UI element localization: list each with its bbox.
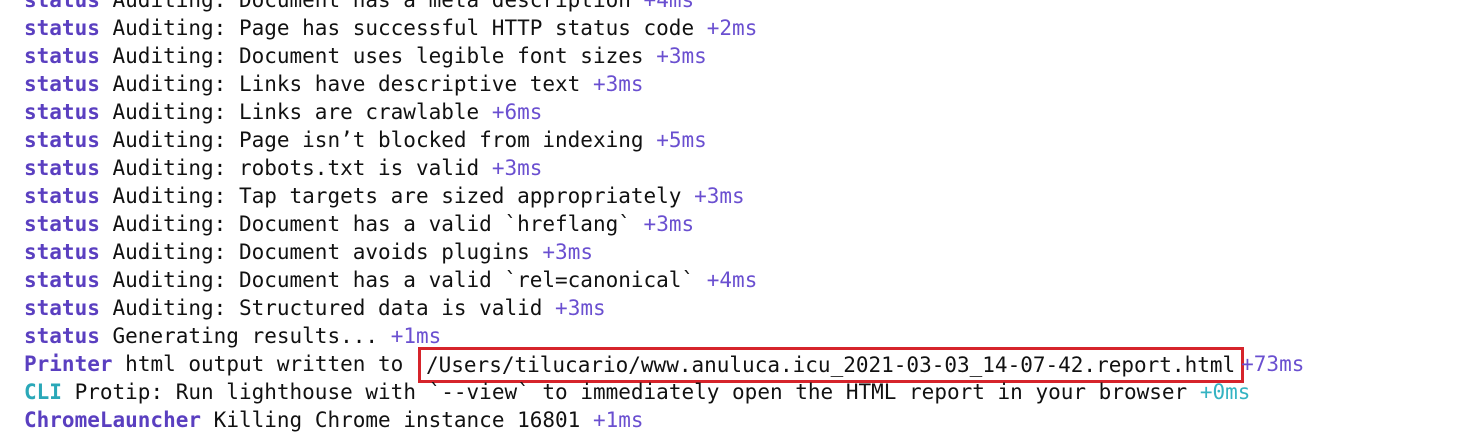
log-message: Auditing: Document has a valid `rel=cano… (112, 268, 695, 292)
log-timing: +5ms (656, 128, 707, 152)
terminal-window[interactable]: status Auditing: Document has a meta des… (0, 0, 1478, 434)
log-line: status Auditing: Links are crawlable +6m… (24, 98, 1304, 126)
log-line: status Generating results... +1ms (24, 322, 1304, 350)
log-line: status Auditing: Page has successful HTT… (24, 14, 1304, 42)
log-tag: status (24, 0, 100, 12)
printer-timing: +73ms (1241, 352, 1305, 376)
log-timing: +3ms (592, 72, 644, 96)
printer-message: html output written to (125, 352, 404, 376)
log-message: Auditing: Structured data is valid (112, 296, 543, 320)
log-timing: +3ms (491, 156, 543, 180)
log-timing: +3ms (643, 212, 695, 236)
chrome-launcher-message: Killing Chrome instance 16801 (213, 408, 581, 432)
log-tag: status (24, 156, 100, 180)
log-timing: +3ms (694, 184, 745, 208)
report-path[interactable]: /Users/tilucario/www.anuluca.icu_2021-03… (426, 353, 1235, 377)
log-line: status Auditing: Structured data is vali… (24, 294, 1304, 322)
log-message: Auditing: Document uses legible font siz… (112, 44, 644, 68)
log-tag: status (24, 268, 100, 292)
log-tag: status (24, 72, 100, 96)
log-message: Auditing: Page isn’t blocked from indexi… (112, 128, 644, 152)
log-message: Auditing: Links are crawlable (112, 100, 480, 124)
log-line: status Auditing: robots.txt is valid +3m… (24, 154, 1304, 182)
log-timing: +1ms (390, 324, 442, 348)
log-timing: +3ms (542, 240, 593, 264)
log-line: status Auditing: Document has a valid `h… (24, 210, 1304, 238)
log-line: status Auditing: Tap targets are sized a… (24, 182, 1304, 210)
log-message: Auditing: Tap targets are sized appropri… (112, 184, 682, 208)
terminal-output: status Auditing: Document has a meta des… (24, 0, 1304, 434)
log-message: Auditing: Document has a valid `hreflang… (112, 212, 631, 236)
log-message: Auditing: Document has a meta descriptio… (112, 0, 631, 12)
log-tag: status (24, 240, 100, 264)
log-timing: +4ms (706, 268, 758, 292)
log-line: status Auditing: Document has a valid `r… (24, 266, 1304, 294)
chrome-launcher-tag: ChromeLauncher (24, 408, 202, 432)
printer-line: Printer html output written to /Users/ti… (24, 347, 1305, 383)
chrome-launcher-line: ChromeLauncher Killing Chrome instance 1… (24, 406, 1304, 434)
log-tag: status (24, 128, 100, 152)
log-line: status Auditing: Page isn’t blocked from… (24, 126, 1304, 154)
log-timing: +3ms (656, 44, 707, 68)
log-message: Auditing: robots.txt is valid (112, 156, 480, 180)
log-message: Auditing: Document avoids plugins (112, 240, 530, 264)
log-message: Auditing: Page has successful HTTP statu… (112, 16, 695, 40)
log-message: Generating results... (112, 324, 379, 348)
log-line: status Auditing: Links have descriptive … (24, 70, 1304, 98)
log-line: status Auditing: Document avoids plugins… (24, 238, 1304, 266)
log-timing: +3ms (555, 296, 606, 320)
log-tag: status (24, 184, 100, 208)
log-timing: +4ms (643, 0, 695, 12)
chrome-launcher-timing: +1ms (592, 408, 644, 432)
log-tag: status (24, 324, 100, 348)
log-line: status Auditing: Document has a meta des… (24, 0, 1304, 14)
log-tag: status (24, 296, 100, 320)
log-timing: +2ms (706, 16, 758, 40)
log-timing: +6ms (491, 100, 543, 124)
log-line: status Auditing: Document uses legible f… (24, 42, 1304, 70)
log-tag: status (24, 212, 100, 236)
log-message: Auditing: Links have descriptive text (112, 72, 581, 96)
log-tag: status (24, 16, 100, 40)
log-tag: status (24, 44, 100, 68)
printer-tag: Printer (24, 352, 113, 376)
log-tag: status (24, 100, 100, 124)
cli-tag: CLI (24, 380, 62, 404)
cli-line: CLI Protip: Run lighthouse with `--view`… (24, 378, 1304, 406)
cli-message: Protip: Run lighthouse with `--view` to … (74, 380, 1188, 404)
cli-timing: +0ms (1199, 380, 1251, 404)
